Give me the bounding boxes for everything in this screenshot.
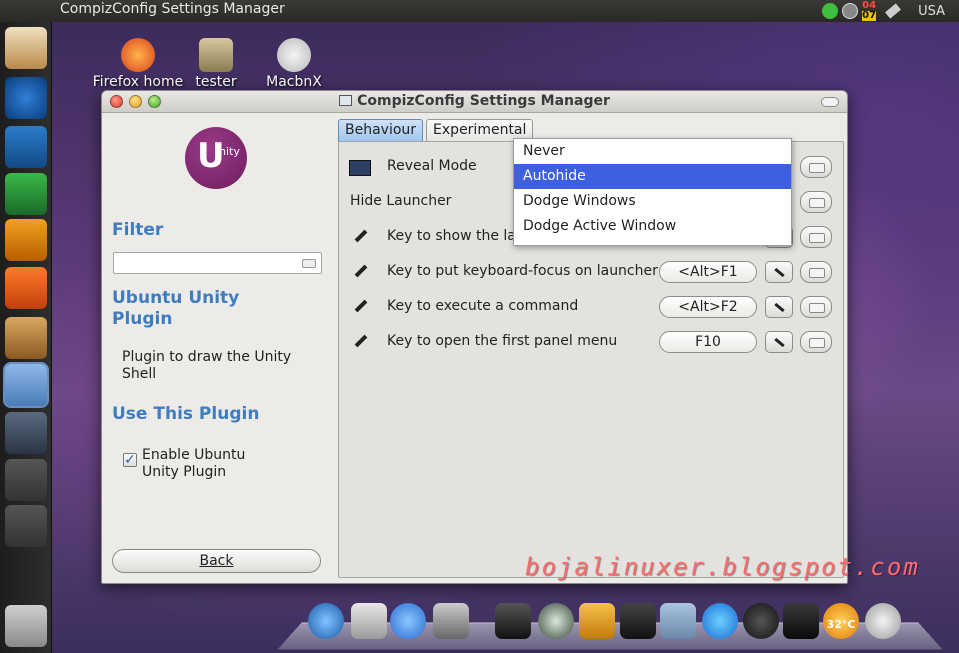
desktop-icon-tester[interactable]: tester: [192, 38, 240, 90]
plugin-description: Plugin to draw the Unity Shell: [122, 349, 292, 382]
keybinding-field[interactable]: <Alt>F2: [659, 296, 757, 318]
filter-heading: Filter: [112, 220, 164, 240]
calendar-date[interactable]: 04 07: [862, 1, 877, 21]
setting-label: Hide Launcher: [350, 193, 452, 209]
sidebar: U nity Filter Ubuntu Unity Plugin Plugin…: [102, 114, 332, 583]
clear-filter-icon[interactable]: [302, 259, 316, 268]
active-app-title: CompizConfig Settings Manager: [60, 1, 285, 17]
unity-logo: U nity: [185, 127, 247, 189]
keyboard-layout[interactable]: USA: [918, 4, 945, 19]
enable-plugin-checkbox[interactable]: ✓: [123, 453, 137, 467]
zoom-fit-icon[interactable]: [5, 505, 47, 547]
media-icon[interactable]: [495, 603, 531, 639]
power-icon[interactable]: [743, 603, 779, 639]
trash-icon[interactable]: [5, 605, 47, 647]
window-title-text: CompizConfig Settings Manager: [357, 93, 610, 109]
temperature-label: 32°C: [826, 618, 856, 631]
safari-icon[interactable]: [308, 603, 344, 639]
setting-label: Reveal Mode: [387, 158, 477, 174]
desktop-icon-label: Firefox home: [92, 74, 184, 90]
tab-behaviour[interactable]: Behaviour: [338, 119, 424, 142]
plugin-heading: Ubuntu Unity Plugin: [112, 288, 240, 329]
reset-button[interactable]: [800, 296, 832, 318]
desktop-icon-firefox-home[interactable]: Firefox home: [92, 38, 184, 90]
documents-folder-icon[interactable]: [660, 603, 696, 639]
camera-icon[interactable]: [433, 603, 469, 639]
blog-watermark: bojalinuxer.blogspot.com: [525, 553, 920, 581]
package-icon: [199, 38, 233, 72]
filter-input[interactable]: [113, 252, 322, 274]
dropdown-option-autohide[interactable]: Autohide: [514, 164, 791, 189]
display-icon[interactable]: [620, 603, 656, 639]
keybinding-icon: [352, 229, 366, 243]
edit-keybinding-button[interactable]: [765, 331, 793, 353]
keybinding-icon: [352, 264, 366, 278]
music-icon[interactable]: [702, 603, 738, 639]
setting-label: Key to open the first panel menu: [387, 333, 618, 349]
presentation-icon[interactable]: [5, 219, 47, 261]
dropdown-option-never[interactable]: Never: [514, 139, 791, 164]
unity-logo-text: nity: [219, 145, 240, 158]
window-title: CompizConfig Settings Manager: [102, 93, 847, 109]
browser-icon[interactable]: [5, 77, 47, 119]
files-icon[interactable]: [3, 362, 49, 408]
setting-label: Key to put keyboard-focus on launcher: [387, 263, 658, 279]
use-plugin-heading: Use This Plugin: [112, 404, 260, 424]
keybinding-field[interactable]: F10: [659, 331, 757, 353]
dropdown-option-dodge-windows[interactable]: Dodge Windows: [514, 189, 791, 214]
cursor-icon[interactable]: [783, 603, 819, 639]
writer-icon[interactable]: [5, 126, 47, 168]
system-tray: 04 07 USA: [822, 0, 959, 22]
chat-icon[interactable]: [822, 3, 839, 19]
ubuntu-one-icon[interactable]: [5, 267, 47, 309]
reset-button[interactable]: [800, 226, 832, 248]
date-day: 07: [862, 10, 877, 21]
edit-keybinding-button[interactable]: [765, 261, 793, 283]
keyboard-icon[interactable]: [885, 3, 902, 19]
calculator-icon[interactable]: [351, 603, 387, 639]
unity-launcher: [0, 22, 52, 653]
video-chat-icon[interactable]: [390, 603, 426, 639]
home-folder-icon[interactable]: [5, 27, 47, 69]
usb-drive-icon[interactable]: [579, 603, 615, 639]
weather-widget[interactable]: 32°C: [823, 603, 859, 639]
reset-button[interactable]: [800, 261, 832, 283]
back-button[interactable]: Back: [112, 549, 321, 573]
monitor-icon: [349, 160, 371, 176]
desktop-icon-label: tester: [195, 74, 237, 90]
tab-bar: Behaviour Experimental: [338, 119, 534, 142]
clock-app-icon[interactable]: [865, 603, 901, 639]
spreadsheet-icon[interactable]: [5, 173, 47, 215]
setting-label: Key to execute a command: [387, 298, 579, 314]
reset-button[interactable]: [800, 156, 832, 178]
apple-icon: [277, 38, 311, 72]
window-app-icon: [339, 95, 353, 106]
software-center-icon[interactable]: [5, 317, 47, 359]
keybinding-icon: [352, 299, 366, 313]
edit-keybinding-button[interactable]: [765, 296, 793, 318]
setting-row-keyboard-focus-key: Key to put keyboard-focus on launcher <A…: [349, 258, 835, 288]
enable-plugin-label[interactable]: Enable Ubuntu Unity Plugin: [142, 447, 282, 481]
window-titlebar[interactable]: CompizConfig Settings Manager: [102, 91, 847, 113]
setting-row-execute-command-key: Key to execute a command <Alt>F2: [349, 293, 835, 323]
setting-row-panel-menu-key: Key to open the first panel menu F10: [349, 328, 835, 358]
reset-button[interactable]: [800, 331, 832, 353]
ccsm-icon[interactable]: [5, 412, 47, 454]
zoom-in-icon[interactable]: [5, 459, 47, 501]
keybinding-field[interactable]: <Alt>F1: [659, 261, 757, 283]
clock-icon[interactable]: [842, 3, 859, 19]
time-machine-icon[interactable]: [538, 603, 574, 639]
setting-label: Key to show the lau: [387, 228, 525, 244]
window-menu-button[interactable]: [821, 97, 839, 107]
keybinding-icon: [352, 334, 366, 348]
dropdown-option-dodge-active-window[interactable]: Dodge Active Window: [514, 214, 791, 239]
firefox-icon: [121, 38, 155, 72]
top-panel: CompizConfig Settings Manager 04 07 USA: [0, 0, 959, 22]
reveal-mode-dropdown: Never Autohide Dodge Windows Dodge Activ…: [513, 138, 792, 246]
reset-button[interactable]: [800, 191, 832, 213]
